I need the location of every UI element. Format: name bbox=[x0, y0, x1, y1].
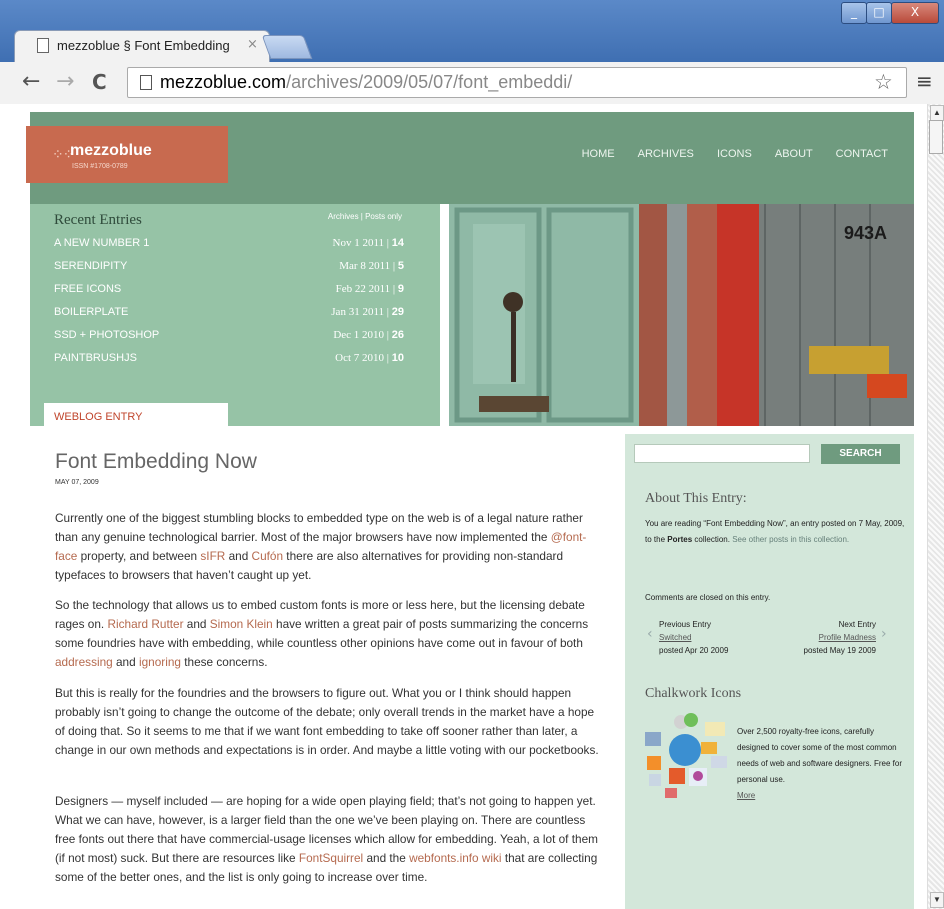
tab-title: mezzoblue § Font Embedding bbox=[57, 38, 230, 53]
comments-closed-text: Comments are closed on this entry. bbox=[645, 593, 771, 602]
link-simon-klein[interactable]: Simon Klein bbox=[210, 617, 273, 631]
nav-archives[interactable]: ARCHIVES bbox=[638, 148, 694, 160]
address-bar[interactable]: mezzoblue.com/archives/2009/05/07/font_e… bbox=[127, 67, 907, 98]
chalkwork-more-link[interactable]: More bbox=[737, 791, 755, 800]
doors-photo-illustration: 943A bbox=[449, 204, 914, 426]
site-nav: HOME ARCHIVES ICONS ABOUT CONTACT bbox=[562, 148, 888, 160]
about-entry-title: About This Entry: bbox=[645, 491, 747, 506]
header-photo: 943A bbox=[449, 204, 914, 426]
article-paragraph-2: So the technology that allows us to embe… bbox=[55, 598, 589, 669]
entry-date: Nov 1 2011 | 14 bbox=[332, 237, 405, 249]
entry-date: Oct 7 2010 | 10 bbox=[335, 352, 404, 364]
link-fontsquirrel[interactable]: FontSquirrel bbox=[299, 851, 363, 865]
article-title: Font Embedding Now bbox=[55, 450, 257, 473]
entry-title[interactable]: PAINTBRUSHJS bbox=[54, 352, 137, 364]
bookmark-star-icon[interactable]: ☆ bbox=[874, 70, 893, 94]
recent-entry[interactable]: SSD + PHOTOSHOP Dec 1 2010 | 26 bbox=[54, 329, 404, 349]
previous-entry-link[interactable]: Switched bbox=[659, 631, 728, 644]
page-icon bbox=[37, 38, 49, 53]
link-sifr[interactable]: sIFR bbox=[200, 549, 225, 563]
tab-close-icon[interactable]: × bbox=[247, 37, 258, 52]
reload-icon[interactable]: C bbox=[92, 70, 107, 94]
vertical-scrollbar[interactable]: ▲ ▼ bbox=[927, 104, 944, 909]
search-input[interactable] bbox=[634, 444, 810, 463]
next-entry-date: posted May 19 2009 bbox=[803, 646, 877, 655]
previous-entry-label: Previous Entry bbox=[659, 620, 712, 629]
next-entry[interactable]: Next Entry Profile Madness posted May 19… bbox=[804, 618, 877, 657]
window-titlebar: _ □ X mezzoblue § Font Embedding × bbox=[0, 0, 944, 62]
chalkwork-icons-collage bbox=[645, 713, 727, 798]
recent-entries-title: Recent Entries bbox=[54, 212, 142, 228]
url-path: /archives/2009/05/07/font_embeddi/ bbox=[286, 72, 573, 92]
entry-date: Mar 8 2011 | 5 bbox=[339, 260, 404, 272]
maximize-button[interactable]: □ bbox=[866, 2, 892, 24]
link-webfonts-wiki[interactable]: webfonts.info wiki bbox=[409, 851, 501, 865]
chalkwork-title: Chalkwork Icons bbox=[645, 686, 742, 701]
see-other-posts-link[interactable]: See other posts in this collection. bbox=[732, 535, 849, 544]
entry-date: Dec 1 2010 | 26 bbox=[333, 329, 404, 341]
entry-title[interactable]: BOILERPLATE bbox=[54, 306, 128, 318]
entry-date: Jan 31 2011 | 29 bbox=[331, 306, 404, 318]
search-button[interactable]: SEARCH bbox=[821, 444, 900, 464]
site-logo[interactable]: ⁘⁘ mezzoblue ISSN #1708-0789 bbox=[26, 126, 228, 183]
about-entry-text: You are reading “Font Embedding Now”, an… bbox=[645, 519, 905, 544]
chalkwork-text: Over 2,500 royalty-free icons, carefully… bbox=[737, 727, 902, 800]
article-paragraph-1: Currently one of the biggest stumbling b… bbox=[55, 511, 587, 582]
link-cufon[interactable]: Cufón bbox=[252, 549, 283, 563]
page-content: HOME ARCHIVES ICONS ABOUT CONTACT ⁘⁘ mez… bbox=[0, 104, 927, 909]
sidebar: SEARCH About This Entry: You are reading… bbox=[625, 434, 914, 909]
link-richard-rutter[interactable]: Richard Rutter bbox=[107, 617, 183, 631]
house-number: 943A bbox=[844, 223, 887, 243]
article-paragraph-4: Designers — myself included — are hoping… bbox=[55, 794, 598, 884]
back-icon[interactable]: ← bbox=[22, 70, 40, 94]
previous-entry[interactable]: Previous Entry Switched posted Apr 20 20… bbox=[659, 618, 728, 657]
recent-entry[interactable]: PAINTBRUSHJS Oct 7 2010 | 10 bbox=[54, 352, 404, 372]
scroll-thumb[interactable] bbox=[929, 120, 943, 154]
next-entry-label: Next Entry bbox=[838, 620, 876, 629]
browser-toolbar: ← → C mezzoblue.com/archives/2009/05/07/… bbox=[0, 62, 944, 105]
previous-entry-date: posted Apr 20 2009 bbox=[659, 646, 729, 655]
minimize-button[interactable]: _ bbox=[841, 2, 867, 24]
forward-icon[interactable]: → bbox=[56, 70, 74, 94]
page-icon bbox=[140, 75, 152, 90]
entry-title[interactable]: FREE ICONS bbox=[54, 283, 121, 295]
recent-entry[interactable]: BOILERPLATE Jan 31 2011 | 29 bbox=[54, 306, 404, 326]
url-host: mezzoblue.com bbox=[160, 72, 287, 92]
article-paragraph-3: But this is really for the foundries and… bbox=[55, 686, 599, 757]
article-date: MAY 07, 2009 bbox=[55, 479, 99, 486]
nav-home[interactable]: HOME bbox=[582, 148, 615, 160]
scroll-down-icon[interactable]: ▼ bbox=[930, 892, 944, 908]
recent-entry[interactable]: SERENDIPITY Mar 8 2011 | 5 bbox=[54, 260, 404, 280]
close-window-button[interactable]: X bbox=[891, 2, 939, 24]
new-tab-button[interactable] bbox=[261, 35, 313, 59]
logo-name: mezzoblue bbox=[70, 142, 152, 159]
nav-contact[interactable]: CONTACT bbox=[836, 148, 888, 160]
nav-icons[interactable]: ICONS bbox=[717, 148, 752, 160]
entry-title[interactable]: SERENDIPITY bbox=[54, 260, 127, 272]
menu-icon[interactable]: ≡ bbox=[916, 69, 933, 93]
recent-entry[interactable]: FREE ICONS Feb 22 2011 | 9 bbox=[54, 283, 404, 303]
nav-about[interactable]: ABOUT bbox=[775, 148, 813, 160]
scroll-up-icon[interactable]: ▲ bbox=[930, 105, 944, 121]
next-entry-link[interactable]: Profile Madness bbox=[804, 631, 876, 644]
link-addressing[interactable]: addressing bbox=[55, 655, 113, 669]
url-text: mezzoblue.com/archives/2009/05/07/font_e… bbox=[160, 72, 572, 93]
recent-entries-panel: Recent Entries Archives | Posts only A N… bbox=[30, 204, 440, 426]
entry-date: Feb 22 2011 | 9 bbox=[335, 283, 404, 295]
recent-entry[interactable]: A NEW NUMBER 1 Nov 1 2011 | 14 bbox=[54, 237, 404, 257]
weblog-entry-label: WEBLOG ENTRY bbox=[54, 411, 143, 423]
chevron-left-icon[interactable]: ‹ bbox=[647, 626, 653, 642]
logo-issn: ISSN #1708-0789 bbox=[72, 163, 128, 170]
weblog-entry-tab: WEBLOG ENTRY bbox=[44, 403, 228, 427]
entry-title[interactable]: SSD + PHOTOSHOP bbox=[54, 329, 159, 341]
chevron-right-icon[interactable]: › bbox=[881, 626, 887, 642]
link-ignoring[interactable]: ignoring bbox=[139, 655, 181, 669]
entry-title[interactable]: A NEW NUMBER 1 bbox=[54, 237, 149, 249]
collection-link[interactable]: Portes bbox=[667, 535, 692, 544]
recent-archive-links[interactable]: Archives | Posts only bbox=[328, 212, 402, 221]
tab-active[interactable]: mezzoblue § Font Embedding × bbox=[14, 30, 270, 62]
